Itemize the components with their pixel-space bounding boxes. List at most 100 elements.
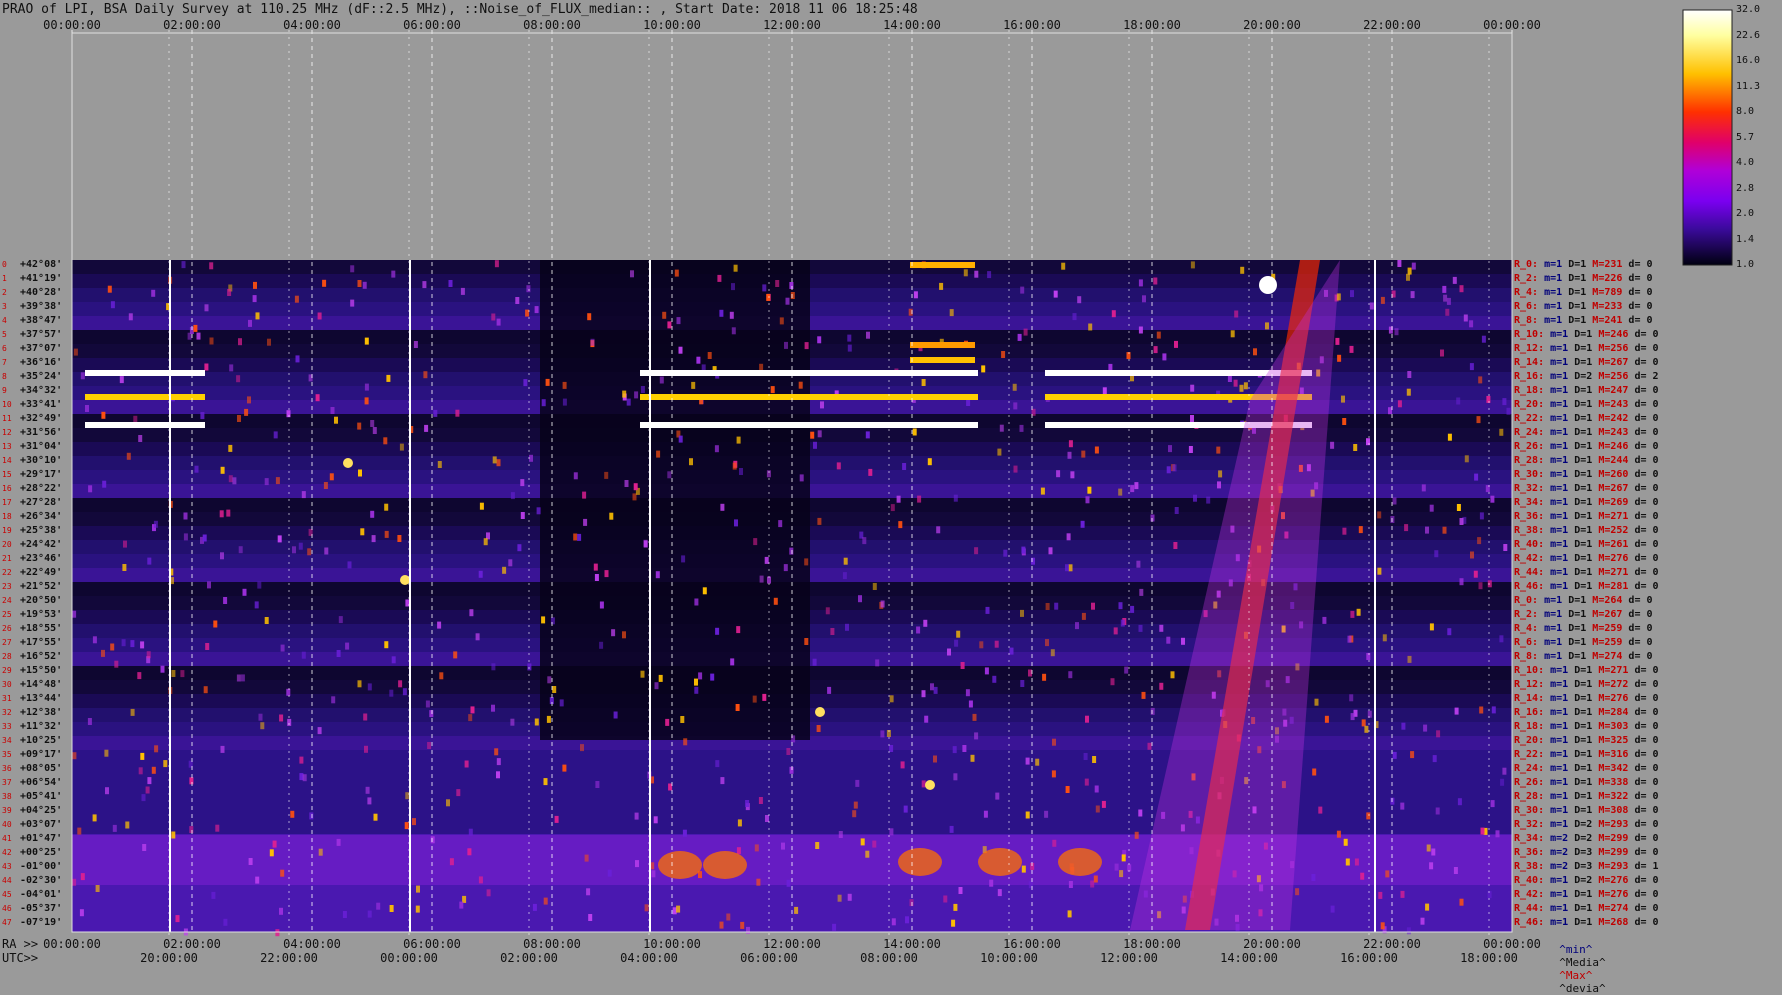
row-stat: R_8: m=1 D=1 M=241 d= 0 bbox=[1514, 315, 1653, 326]
heatmap-speckle bbox=[715, 627, 720, 635]
heatmap-speckle bbox=[1423, 724, 1428, 732]
heatmap-speckle bbox=[902, 463, 907, 470]
row-stat: R_26: m=1 D=1 M=246 d= 0 bbox=[1514, 441, 1659, 452]
heatmap-speckle bbox=[1066, 533, 1071, 541]
row-stat-median: D=3 bbox=[1568, 847, 1593, 858]
source-streak bbox=[85, 370, 205, 376]
heatmap-speckle bbox=[1495, 830, 1500, 838]
heatmap-speckle bbox=[1068, 671, 1073, 679]
heatmap-speckle bbox=[1330, 441, 1335, 449]
row-stat-devia: d= 0 bbox=[1628, 763, 1659, 774]
heatmap-speckle bbox=[384, 641, 389, 649]
source-streak bbox=[640, 370, 978, 376]
row-stat: R_14: m=1 D=1 M=276 d= 0 bbox=[1514, 693, 1659, 704]
bright-source bbox=[343, 458, 353, 468]
heatmap-speckle bbox=[956, 630, 961, 638]
row-stat-max: M=256 bbox=[1592, 343, 1629, 354]
row-stat-min: m=1 bbox=[1544, 427, 1569, 438]
row-stat: R_28: m=1 D=1 M=244 d= 0 bbox=[1514, 455, 1659, 466]
heatmap-speckle bbox=[446, 799, 450, 807]
heatmap-speckle bbox=[698, 672, 703, 680]
heatmap-speckle bbox=[640, 386, 645, 393]
heatmap-speckle bbox=[309, 812, 314, 820]
heatmap-speckle bbox=[586, 888, 591, 896]
heatmap-speckle bbox=[209, 337, 214, 345]
row-stat: R_6: m=1 D=1 M=233 d= 0 bbox=[1514, 301, 1653, 312]
heatmap-speckle bbox=[953, 494, 958, 502]
row-stat: R_0: m=1 D=1 M=264 d= 0 bbox=[1514, 595, 1653, 606]
row-stat-devia: d= 0 bbox=[1628, 357, 1659, 368]
heatmap-speckle bbox=[1067, 451, 1072, 459]
heatmap-speckle bbox=[292, 546, 296, 554]
heatmap-speckle bbox=[773, 597, 778, 605]
heatmap-speckle bbox=[607, 869, 612, 877]
heatmap-speckle bbox=[794, 906, 799, 914]
heatmap-speckle bbox=[599, 601, 604, 609]
heatmap-speckle bbox=[171, 670, 176, 677]
heatmap-speckle bbox=[963, 269, 968, 277]
heatmap-speckle bbox=[154, 745, 159, 753]
heatmap-speckle bbox=[1502, 398, 1507, 406]
heatmap-speckle bbox=[364, 745, 368, 753]
row-stat-id: R_12: bbox=[1514, 343, 1545, 354]
row-stat-id: R_42: bbox=[1514, 889, 1545, 900]
heatmap-speckle bbox=[453, 651, 458, 659]
heatmap-speckle bbox=[125, 821, 130, 829]
heatmap-speckle bbox=[1337, 354, 1342, 362]
row-stat: R_42: m=1 D=1 M=276 d= 0 bbox=[1514, 889, 1659, 900]
heatmap-speckle bbox=[745, 800, 750, 807]
heatmap-speckle bbox=[1120, 619, 1125, 627]
heatmap-speckle bbox=[1411, 262, 1416, 270]
heatmap-speckle bbox=[1181, 637, 1185, 645]
heatmap-speckle bbox=[384, 503, 389, 511]
heatmap-speckle bbox=[455, 409, 460, 417]
row-stat-id: R_40: bbox=[1514, 875, 1545, 886]
row-index: 17 bbox=[2, 498, 12, 507]
declination-label: -04°01' bbox=[20, 889, 63, 900]
row-stat: R_38: m=1 D=1 M=252 d= 0 bbox=[1514, 525, 1659, 536]
heatmap-speckle bbox=[1453, 867, 1458, 874]
heatmap-speckle bbox=[949, 309, 954, 317]
heatmap-speckle bbox=[812, 658, 817, 666]
heatmap-speckle bbox=[425, 700, 430, 708]
heatmap-speckle bbox=[804, 638, 809, 645]
heatmap-speckle bbox=[543, 897, 548, 905]
heatmap-speckle bbox=[590, 338, 595, 346]
row-stat-median: D=1 bbox=[1562, 595, 1587, 606]
row-stat: R_16: m=1 D=1 M=284 d= 0 bbox=[1514, 707, 1659, 718]
heatmap-speckle bbox=[255, 876, 260, 884]
row-index: 9 bbox=[2, 386, 7, 395]
heatmap-speckle bbox=[889, 828, 894, 836]
row-stat-min: m=1 bbox=[1544, 889, 1569, 900]
row-stat-min: m=1 bbox=[1544, 903, 1569, 914]
heatmap-speckle bbox=[342, 911, 347, 918]
row-stat-min: m=1 bbox=[1538, 595, 1563, 606]
heatmap-speckle bbox=[985, 606, 990, 614]
row-index: 0 bbox=[2, 260, 7, 269]
heatmap-speckle bbox=[272, 840, 277, 848]
heatmap-speckle bbox=[468, 828, 473, 836]
heatmap-speckle bbox=[153, 520, 158, 528]
row-stat-max: M=299 bbox=[1592, 847, 1629, 858]
heatmap-speckle bbox=[1356, 608, 1361, 616]
heatmap-speckle bbox=[220, 552, 224, 560]
heatmap-speckle bbox=[1378, 891, 1383, 899]
heatmap-speckle bbox=[1206, 496, 1211, 504]
row-index: 46 bbox=[2, 904, 12, 913]
heatmap-speckle bbox=[921, 690, 926, 698]
heatmap-speckle bbox=[779, 317, 784, 325]
row-stat-id: R_14: bbox=[1514, 693, 1545, 704]
row-stat-median: D=1 bbox=[1562, 609, 1587, 620]
heatmap-speckle bbox=[1013, 465, 1018, 473]
row-index: 33 bbox=[2, 722, 12, 731]
heatmap-speckle bbox=[1174, 340, 1178, 348]
heatmap-speckle bbox=[194, 465, 199, 473]
utc-tick-label: 06:00:00 bbox=[740, 951, 798, 965]
row-stat-min: m=1 bbox=[1544, 441, 1569, 452]
row-index: 28 bbox=[2, 652, 12, 661]
ra-top-tick-label: 12:00:00 bbox=[763, 18, 821, 32]
heatmap-speckle bbox=[817, 336, 822, 344]
heatmap-speckle bbox=[1234, 310, 1239, 318]
heatmap-speckle bbox=[960, 662, 965, 669]
heatmap-speckle bbox=[1478, 582, 1483, 590]
